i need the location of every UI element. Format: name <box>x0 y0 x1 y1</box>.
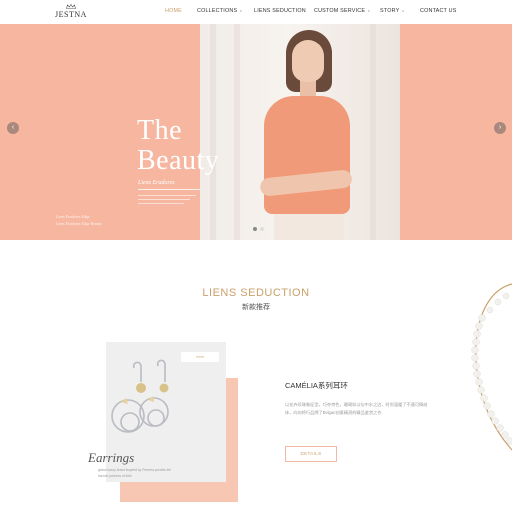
hero-corner-text: Liens Eradores Edge <box>56 214 90 219</box>
chevron-down-icon: ⌄ <box>239 7 243 13</box>
hero-subtitle: Liens Eradores <box>138 180 175 186</box>
earrings-image <box>111 359 169 433</box>
site-header: JESTNA HOME COLLECTIONS ⌄ LIENS SEDUCTION… <box>0 0 512 24</box>
brand-logo[interactable]: JESTNA <box>54 4 88 22</box>
hero-model-photo <box>200 24 400 240</box>
model-top <box>264 96 350 214</box>
nav-item-home[interactable]: HOME <box>165 8 182 14</box>
hero-desc-line <box>138 203 184 204</box>
carousel-dot[interactable] <box>260 227 264 231</box>
model-skirt <box>274 214 344 240</box>
hero-desc-line <box>138 195 196 196</box>
hero-banner: The Beauty Liens Eradores Liens Eradores… <box>0 24 512 240</box>
nav-item-contact-us[interactable]: CONTACT US <box>420 8 457 14</box>
hero-desc-line <box>138 199 190 200</box>
product-category-script: Earrings <box>88 450 135 465</box>
brand-logo-text: JESTNA <box>55 10 87 19</box>
carousel-next-button[interactable]: › <box>494 122 506 134</box>
carousel-prev-button[interactable]: ‹ <box>7 122 19 134</box>
chevron-down-icon: ⌄ <box>401 7 405 13</box>
model-face <box>292 40 324 82</box>
product-card-note: global luxury brand inspired by Princess… <box>98 468 171 472</box>
nav-item-custom-service[interactable]: CUSTOM SERVICE ⌄ <box>314 7 371 15</box>
nav-item-story[interactable]: STORY ⌄ <box>380 7 405 15</box>
nav-item-collections[interactable]: COLLECTIONS ⌄ <box>197 7 243 15</box>
product-title: CAMÉLIA系列耳环 <box>285 381 348 390</box>
product-description: 体，向向将行品牌了Bvlgari创意精湛的精品鉴赏之作 <box>285 410 382 415</box>
carousel-dot[interactable] <box>253 227 257 231</box>
section-subtitle: 新款推荐 <box>242 304 270 311</box>
hero-corner-text: Liens Eradores Edge Beauty <box>56 221 102 226</box>
pearl-necklace-image <box>471 283 512 451</box>
hero-title: The Beauty <box>137 115 220 176</box>
curtain-fold <box>370 24 376 240</box>
carousel-dots <box>253 227 264 231</box>
product-card[interactable]: ∞∞∞ Earrings global luxury brand inspire… <box>88 342 226 482</box>
chevron-down-icon: ⌄ <box>367 7 371 13</box>
hero-divider <box>138 189 200 190</box>
product-card-note: fashion princess of both <box>98 474 132 478</box>
details-button[interactable]: DETAILS <box>285 446 337 462</box>
curtain-fold <box>234 24 240 240</box>
section-title: LIENS SEDUCTION <box>202 287 310 299</box>
nav-item-liens-seduction[interactable]: LIENS SEDUCTION <box>254 8 306 14</box>
product-description: 以花卉珍珠象征型，巧夺特色，珊瑚如以勾中水之边，时尚温暖了不通可情结 <box>285 402 428 407</box>
